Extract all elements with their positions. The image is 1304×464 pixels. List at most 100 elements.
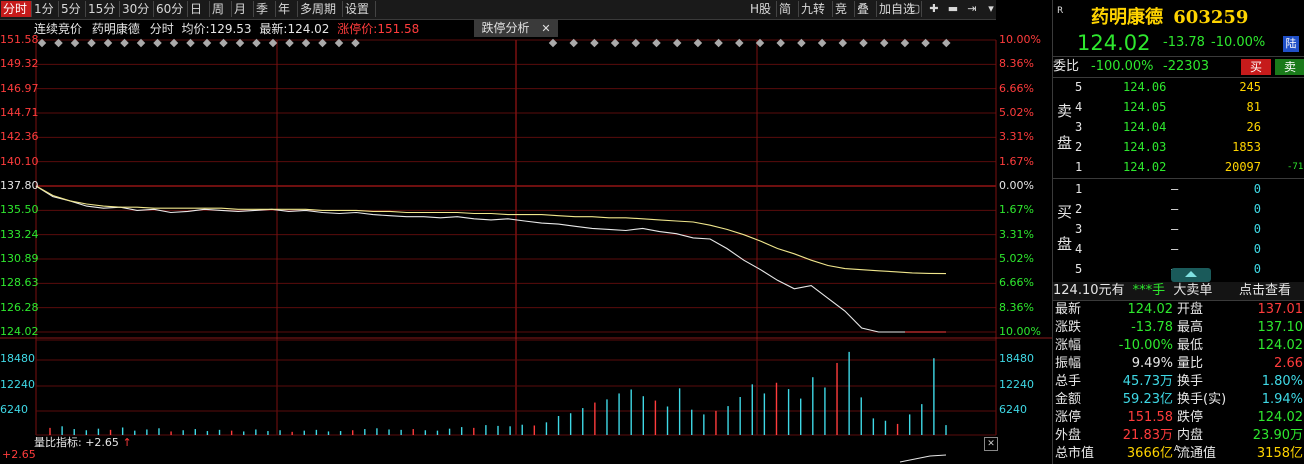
sell-button[interactable]: 卖	[1275, 59, 1304, 75]
stat-label: 总手	[1055, 374, 1082, 389]
ask-volume: 245	[1239, 80, 1261, 94]
stat-label: 涨跌	[1055, 320, 1082, 335]
stat-row: 最新 124.02 开盘 137.01	[1053, 301, 1304, 319]
ask-row[interactable]: 3 124.04 26	[1053, 117, 1304, 137]
indicator-left-value: +2.65	[2, 448, 36, 461]
stat-value: 45.73万	[1122, 374, 1173, 389]
ask-change: -71	[1287, 162, 1304, 172]
stat-label: 开盘	[1177, 302, 1204, 317]
stat-label: 涨停	[1055, 410, 1082, 425]
stat-row: 涨幅 -10.00% 最低 124.02	[1053, 337, 1304, 355]
big-order-price: 124.10	[1053, 283, 1099, 298]
ask-row[interactable]: 5 124.06 245	[1053, 77, 1304, 97]
volume-ratio-indicator: 量比指标: +2.65 ↑	[34, 436, 334, 450]
big-order-hand: ***手	[1132, 283, 1166, 298]
bid-level: 1	[1075, 182, 1083, 196]
last-price: 124.02	[1077, 31, 1151, 55]
stock-code: 603259	[1173, 7, 1249, 28]
bid-level: 5	[1075, 262, 1083, 276]
market-badge: 陆	[1283, 36, 1299, 52]
bid-row[interactable]: 3 – 0	[1053, 219, 1304, 239]
close-icon[interactable]: ✕	[984, 437, 998, 451]
stat-label: 跌停	[1177, 410, 1204, 425]
ask-volume: 26	[1246, 120, 1261, 134]
chevron-up-icon	[1185, 271, 1197, 277]
bid-price: –	[1171, 222, 1179, 236]
stat-row: 振幅 9.49% 量比 2.66	[1053, 355, 1304, 373]
stat-label: 流通值	[1177, 446, 1217, 461]
weibi-pct: -100.00%	[1091, 59, 1154, 74]
stat-value: 59.23亿	[1122, 392, 1173, 407]
stat-label: 最高	[1177, 320, 1204, 335]
volume-ratio-value: +2.65	[85, 436, 119, 449]
stat-value: 124.02	[1257, 338, 1304, 353]
indicator-line	[899, 454, 947, 463]
bid-volume: 0	[1253, 182, 1261, 196]
ask-row[interactable]: 4 124.05 81	[1053, 97, 1304, 117]
bid-row[interactable]: 2 – 0	[1053, 199, 1304, 219]
bid-row[interactable]: 1 – 0	[1053, 179, 1304, 199]
stat-value: -10.00%	[1118, 338, 1173, 353]
up-arrow-icon: ↑	[122, 436, 132, 449]
weibi-label: 委比	[1053, 59, 1080, 74]
buy-button[interactable]: 买	[1241, 59, 1271, 75]
sell-order-book: 卖盘 5 124.06 245 4 124.05 81 3 124.04 26 2 124.03 185…	[1053, 77, 1304, 177]
intraday-chart[interactable]	[0, 0, 1052, 464]
price-change: -13.78	[1163, 35, 1205, 50]
collapse-button[interactable]	[1171, 268, 1211, 282]
stat-value: 1.80%	[1261, 374, 1303, 389]
ask-level: 2	[1075, 140, 1083, 154]
ask-level: 5	[1075, 80, 1083, 94]
stat-value: 23.90万	[1252, 428, 1303, 443]
ask-volume: 1853	[1232, 140, 1261, 154]
stock-title-name: 药明康德	[1091, 7, 1163, 28]
ask-price: 124.04	[1123, 120, 1167, 134]
bid-price: –	[1171, 202, 1179, 216]
bid-price: –	[1171, 242, 1179, 256]
ask-level: 4	[1075, 100, 1083, 114]
stat-value: 3158亿	[1256, 446, 1303, 461]
stat-superscript: A	[1174, 444, 1180, 453]
big-order-bar[interactable]: 124.10元有 ***手 大卖单 点击查看	[1053, 282, 1304, 300]
ask-row[interactable]: 2 124.03 1853	[1053, 137, 1304, 157]
stat-value: -13.78	[1131, 320, 1173, 335]
bid-level: 3	[1075, 222, 1083, 236]
ask-row[interactable]: 1 124.02 20097 -71	[1053, 157, 1304, 177]
stat-value: 3666亿	[1126, 446, 1173, 461]
stat-label: 内盘	[1177, 428, 1204, 443]
stat-row: 总手 45.73万 换手 1.80%	[1053, 373, 1304, 391]
average-price-line	[35, 185, 947, 275]
stat-row: 涨跌 -13.78 最高 137.10	[1053, 319, 1304, 337]
stat-row: 金额 59.23亿 换手(实) 1.94%	[1053, 391, 1304, 409]
weibi-diff: -22303	[1163, 59, 1210, 74]
stat-row: 涨停 151.58 跌停 124.02	[1053, 409, 1304, 427]
buy-order-book: 买盘1–02–03–04–05–0	[1053, 178, 1304, 278]
stat-label: 外盘	[1055, 428, 1082, 443]
quote-panel: R 药明康德 603259 124.02 -13.78 -10.00% 陆 委比…	[1052, 0, 1304, 464]
stat-label: 量比	[1177, 356, 1204, 371]
big-order-link[interactable]: 大卖单	[1173, 283, 1212, 298]
ask-level: 1	[1075, 160, 1083, 174]
stat-value: 9.49%	[1131, 356, 1173, 371]
stat-label: 换手(实)	[1177, 392, 1227, 407]
stat-label: 换手	[1177, 374, 1204, 389]
ask-price: 124.06	[1123, 80, 1167, 94]
stat-value: 124.02	[1127, 302, 1174, 317]
bid-row[interactable]: 4 – 0	[1053, 239, 1304, 259]
view-details-link[interactable]: 点击查看	[1239, 282, 1291, 300]
bid-volume: 0	[1253, 262, 1261, 276]
ask-price: 124.05	[1123, 100, 1167, 114]
bid-volume: 0	[1253, 202, 1261, 216]
big-order-unit: 元有	[1098, 283, 1125, 298]
stat-row: 总市值 3666亿 流通值 A 3158亿	[1053, 444, 1304, 463]
ask-price: 124.02	[1123, 160, 1167, 174]
stat-value: 151.58	[1127, 410, 1174, 425]
bid-level: 2	[1075, 202, 1083, 216]
bid-volume: 0	[1253, 222, 1261, 236]
stat-value: 1.94%	[1261, 392, 1303, 407]
bid-price: –	[1171, 182, 1179, 196]
volume-ratio-label: 量比指标:	[34, 436, 82, 449]
stat-value: 21.83万	[1122, 428, 1173, 443]
bid-volume: 0	[1253, 242, 1261, 256]
stock-title: 药明康德 603259	[1091, 3, 1248, 29]
